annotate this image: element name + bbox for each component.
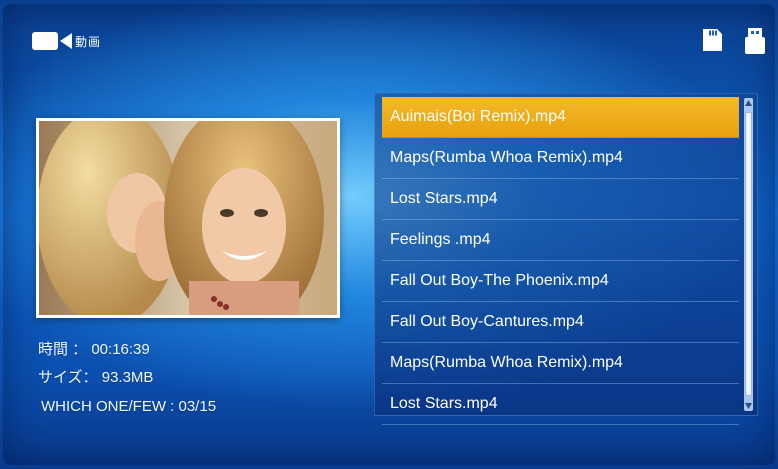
thumbnail-image [39,121,337,315]
playlist-item[interactable]: Maps(Rumba Whoa Remix).mp4 [382,343,739,384]
file-index-info: WHICH ONE/FEW : 03/15 [41,398,216,415]
playlist-scrollbar[interactable] [744,98,753,411]
duration-label: 時間 ： [38,341,88,358]
video-thumbnail [36,118,340,318]
video-camera-icon [32,32,72,50]
screen-frame: 動画 時間 ： 00:16:39 サイズ： 93.3MB WHICH ONE/F… [3,4,775,465]
page-title: 動画 [75,35,102,49]
playlist-item[interactable]: Maps(Rumba Whoa Remix).mp4 [382,138,739,179]
playlist-item[interactable]: Lost Stars.mp4 [382,384,739,425]
scroll-down-arrow-icon[interactable] [744,401,753,411]
file-size-value: 93.3MB [101,369,154,386]
playlist-item[interactable]: Auimais(Boi Remix).mp4 [382,97,739,138]
file-size-info: サイズ： 93.3MB [38,366,153,387]
sd-card-icon[interactable] [701,27,723,53]
duration-info: 時間 ： 00:16:39 [38,338,150,359]
scroll-thumb[interactable] [745,112,752,396]
file-size-label: サイズ： [38,369,98,386]
scroll-up-arrow-icon[interactable] [744,98,753,108]
playlist-panel: Auimais(Boi Remix).mp4 Maps(Rumba Whoa R… [374,93,758,425]
usb-drive-icon[interactable] [743,27,767,55]
playlist-item[interactable]: Feelings .mp4 [382,220,739,261]
playlist-item[interactable]: Fall Out Boy-Cantures.mp4 [382,302,739,343]
playlist: Auimais(Boi Remix).mp4 Maps(Rumba Whoa R… [382,97,739,425]
playlist-item[interactable]: Fall Out Boy-The Phoenix.mp4 [382,261,739,302]
duration-value: 00:16:39 [91,341,150,358]
file-index-label: WHICH ONE/FEW : [41,398,179,415]
file-index-value: 03/15 [178,398,217,415]
playlist-item[interactable]: Lost Stars.mp4 [382,179,739,220]
